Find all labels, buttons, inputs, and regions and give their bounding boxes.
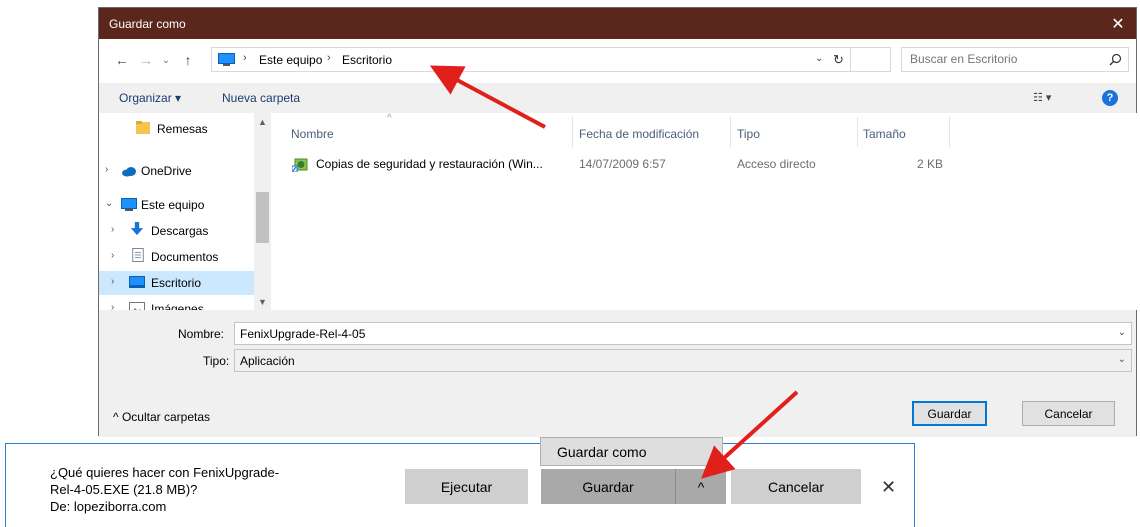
- run-button[interactable]: Ejecutar: [405, 469, 528, 504]
- save-options-pane: Nombre: FenixUpgrade-Rel-4-05 ⌄ Tipo: Ap…: [99, 310, 1136, 437]
- sidebar-item-onedrive[interactable]: › OneDrive: [99, 159, 254, 183]
- filetype-value: Aplicación: [240, 354, 295, 368]
- folder-icon: [136, 121, 150, 134]
- sidebar-item-descargas[interactable]: › Descargas: [99, 219, 254, 243]
- hide-folders-toggle[interactable]: ^ Ocultar carpetas: [113, 410, 210, 424]
- download-prompt: ¿Qué quieres hacer con FenixUpgrade- Rel…: [50, 464, 279, 515]
- file-type: Acceso directo: [737, 157, 816, 171]
- column-divider[interactable]: [857, 117, 858, 147]
- up-arrow-icon[interactable]: ↑: [179, 51, 197, 69]
- save-button[interactable]: Guardar: [912, 401, 987, 426]
- expand-chevron-icon[interactable]: ›: [111, 250, 114, 261]
- chevron-down-icon[interactable]: ⌄: [1118, 354, 1126, 365]
- desktop-icon: [129, 276, 145, 288]
- expand-chevron-icon[interactable]: ⌄: [105, 198, 113, 209]
- expand-chevron-icon[interactable]: ›: [111, 224, 114, 235]
- file-size: 2 KB: [917, 157, 944, 171]
- expand-chevron-icon[interactable]: ›: [111, 302, 114, 310]
- address-dropdown-chevron-icon[interactable]: ⌄: [815, 53, 823, 64]
- column-divider[interactable]: [730, 117, 731, 147]
- download-prompt-line: Rel-4-05.EXE (21.8 MB)?: [50, 482, 198, 497]
- filetype-label: Tipo:: [203, 354, 230, 368]
- sort-indicator-icon: ^: [387, 113, 392, 124]
- save-as-menu-item[interactable]: Guardar como: [540, 437, 723, 466]
- sidebar-item-documentos[interactable]: › Documentos: [99, 245, 254, 269]
- save-options-chevron-icon[interactable]: ^: [675, 469, 726, 504]
- address-row: ← → ⌄ ↑ › Este equipo › Escritorio ⌄ ↻: [99, 39, 1136, 83]
- search-icon[interactable]: [1109, 53, 1122, 66]
- breadcrumb-separator: ›: [243, 52, 247, 64]
- breadcrumb-item-este-equipo[interactable]: Este equipo: [259, 53, 322, 67]
- scroll-down-icon[interactable]: ▼: [258, 297, 267, 307]
- download-icon: [130, 222, 144, 236]
- cancel-button[interactable]: Cancelar: [1022, 401, 1115, 426]
- column-header-size[interactable]: Tamaño: [863, 127, 906, 141]
- file-list: ^ Nombre Fecha de modificación Tipo Tama…: [272, 113, 1138, 310]
- column-header-name[interactable]: Nombre: [291, 127, 334, 141]
- forward-arrow-icon[interactable]: →: [137, 51, 155, 69]
- view-options-icon[interactable]: ☷ ▾: [1033, 91, 1051, 104]
- dialog-titlebar[interactable]: Guardar como ✕: [99, 8, 1136, 39]
- close-icon[interactable]: ✕: [881, 477, 896, 498]
- filetype-select[interactable]: Aplicación ⌄: [234, 349, 1132, 372]
- download-save-button[interactable]: Guardar: [541, 469, 675, 504]
- sidebar-item-label: OneDrive: [141, 164, 192, 178]
- scrollbar-thumb[interactable]: [256, 192, 269, 243]
- column-header-type[interactable]: Tipo: [737, 127, 760, 141]
- sidebar-item-label: Descargas: [151, 224, 209, 238]
- file-date: 14/07/2009 6:57: [579, 157, 666, 171]
- address-bar[interactable]: › Este equipo › Escritorio ⌄: [211, 47, 891, 72]
- scroll-up-icon[interactable]: ▲: [258, 117, 267, 127]
- document-icon: [132, 248, 144, 262]
- back-arrow-icon[interactable]: ←: [113, 51, 131, 69]
- search-input[interactable]: [910, 52, 1100, 66]
- sidebar-scrollbar[interactable]: ▲ ▼: [254, 113, 271, 310]
- file-row[interactable]: Copias de seguridad y restauración (Win.…: [272, 153, 1132, 175]
- download-prompt-line: ¿Qué quieres hacer con FenixUpgrade-: [50, 465, 280, 480]
- file-name: Copias de seguridad y restauración (Win.…: [316, 157, 543, 171]
- pc-icon: [121, 198, 137, 211]
- sidebar-item-remesas[interactable]: Remesas: [99, 117, 254, 141]
- filename-value: FenixUpgrade-Rel-4-05: [240, 327, 366, 341]
- dialog-title: Guardar como: [109, 17, 186, 31]
- sidebar-item-label: Imágenes: [151, 302, 204, 310]
- shortcut-icon: [292, 158, 308, 172]
- recent-locations-chevron-icon[interactable]: ⌄: [157, 51, 175, 69]
- download-source: De: lopeziborra.com: [50, 499, 167, 514]
- expand-chevron-icon[interactable]: ›: [111, 276, 114, 287]
- save-as-menu-label: Guardar como: [557, 444, 647, 460]
- download-notification-bar: ¿Qué quieres hacer con FenixUpgrade- Rel…: [5, 443, 915, 527]
- pictures-icon: [129, 302, 145, 310]
- download-cancel-button[interactable]: Cancelar: [731, 469, 861, 504]
- search-box[interactable]: [901, 47, 1129, 72]
- close-icon[interactable]: ✕: [1100, 8, 1136, 39]
- breadcrumb-item-escritorio[interactable]: Escritorio: [342, 53, 392, 67]
- navigation-pane: Remesas › OneDrive ⌄ Este equipo › Desca…: [99, 113, 272, 310]
- sidebar-item-label: Documentos: [151, 250, 219, 264]
- expand-chevron-icon[interactable]: ›: [105, 164, 108, 175]
- command-bar: Organizar ▾ Nueva carpeta ☷ ▾ ?: [99, 83, 1136, 113]
- refresh-icon[interactable]: ↻: [827, 47, 851, 72]
- column-divider[interactable]: [949, 117, 950, 147]
- pc-icon: [218, 53, 235, 66]
- save-as-dialog: Guardar como ✕ ← → ⌄ ↑ › Este equipo › E…: [98, 7, 1138, 437]
- organize-button[interactable]: Organizar ▾: [119, 91, 181, 105]
- screen: Guardar como ✕ ← → ⌄ ↑ › Este equipo › E…: [0, 0, 1140, 527]
- sidebar-item-este-equipo[interactable]: ⌄ Este equipo: [99, 193, 254, 217]
- chevron-down-icon[interactable]: ⌄: [1118, 327, 1126, 338]
- filename-field[interactable]: FenixUpgrade-Rel-4-05 ⌄: [234, 322, 1132, 345]
- sidebar-item-imagenes[interactable]: › Imágenes: [99, 297, 254, 310]
- sidebar-item-escritorio[interactable]: › Escritorio: [99, 271, 254, 295]
- column-header-date[interactable]: Fecha de modificación: [579, 127, 699, 141]
- filename-label: Nombre:: [178, 327, 225, 341]
- sidebar-item-label: Remesas: [157, 122, 208, 136]
- help-icon[interactable]: ?: [1102, 90, 1118, 106]
- breadcrumb-separator: ›: [327, 52, 331, 64]
- cloud-icon: [122, 167, 136, 177]
- column-divider[interactable]: [572, 117, 573, 147]
- sidebar-item-label: Este equipo: [141, 198, 205, 212]
- new-folder-button[interactable]: Nueva carpeta: [222, 91, 300, 105]
- sidebar-item-label: Escritorio: [151, 276, 202, 290]
